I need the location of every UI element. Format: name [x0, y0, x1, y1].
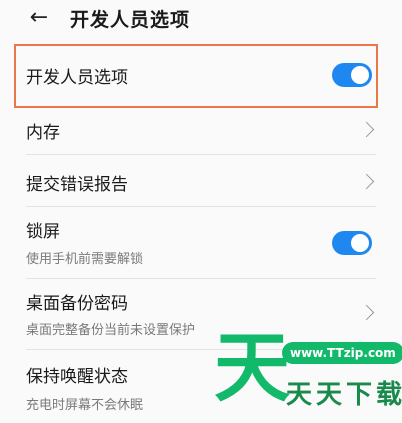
- divider: [26, 154, 376, 155]
- chevron-right-icon: [358, 304, 375, 321]
- row-subtitle: 充电时屏幕不会休眠: [26, 398, 144, 413]
- watermark-name: 天天下载: [286, 380, 402, 410]
- toggle-knob: [351, 66, 369, 84]
- chevron-right-icon: [358, 173, 375, 190]
- row-label: 桌面备份密码: [26, 294, 128, 314]
- row-label: 开发人员选项: [26, 68, 128, 88]
- row-subtitle: 使用手机前需要解锁: [26, 252, 144, 267]
- lock-screen-toggle[interactable]: [332, 231, 372, 255]
- watermark-url: www.TTzip.com: [282, 342, 402, 364]
- page-title: 开发人员选项: [70, 9, 191, 31]
- setting-row-developer-options[interactable]: 开发人员选项: [26, 50, 376, 100]
- watermark-logo: 天 www.TTzip.com 天天下载: [214, 328, 402, 423]
- setting-row-lock-screen[interactable]: 锁屏 使用手机前需要解锁: [26, 207, 376, 273]
- setting-row-bug-report[interactable]: 提交错误报告: [26, 156, 376, 206]
- setting-row-memory[interactable]: 内存: [26, 108, 376, 156]
- row-label: 提交错误报告: [26, 175, 128, 195]
- row-label: 保持唤醒状态: [26, 367, 128, 387]
- chevron-right-icon: [358, 121, 375, 138]
- top-bar: ← 开发人员选项: [0, 0, 402, 38]
- toggle-knob: [351, 234, 369, 252]
- row-subtitle: 桌面完整备份当前未设置保护: [26, 323, 196, 338]
- watermark-char: 天: [214, 323, 290, 412]
- back-arrow-icon[interactable]: ←: [26, 4, 52, 30]
- developer-options-toggle[interactable]: [332, 63, 372, 87]
- row-label: 内存: [26, 123, 60, 143]
- row-label: 锁屏: [26, 222, 60, 242]
